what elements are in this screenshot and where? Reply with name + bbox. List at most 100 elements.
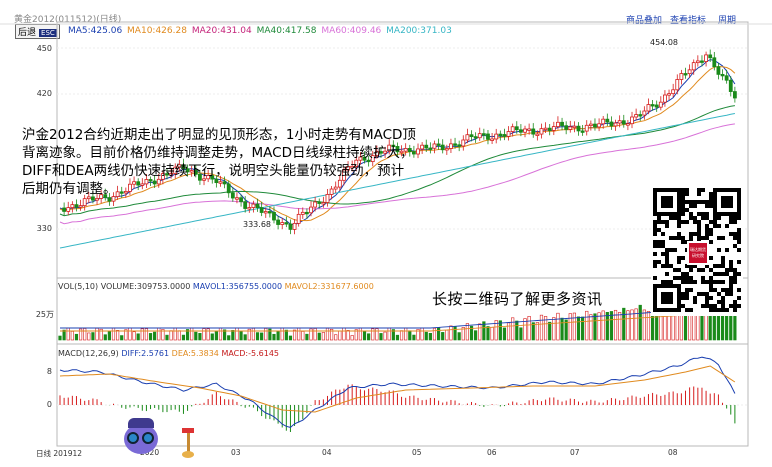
qr-module <box>725 272 729 276</box>
qr-module <box>661 264 665 268</box>
candle-body <box>280 222 285 225</box>
qr-module <box>729 220 733 224</box>
candle-body <box>518 129 523 133</box>
volume-bar <box>371 328 375 341</box>
qr-module <box>709 284 713 288</box>
volume-bar <box>560 317 564 341</box>
volume-bar <box>214 331 218 341</box>
volume-panel[interactable] <box>58 291 737 341</box>
candle-body <box>432 143 437 149</box>
volume-bar <box>548 321 552 341</box>
qr-module <box>673 276 677 280</box>
candle-body <box>259 207 264 213</box>
volume-bar <box>519 327 523 341</box>
volume-bar <box>511 317 515 341</box>
qr-module <box>733 268 737 272</box>
qr-module <box>697 228 701 232</box>
volume-bar <box>144 328 149 341</box>
candle-body <box>444 148 449 151</box>
qr-module <box>705 212 709 216</box>
candle-body <box>671 89 676 95</box>
volume-bar <box>539 314 544 341</box>
qr-module <box>733 220 737 224</box>
qr-finder-core <box>661 292 673 304</box>
qr-module <box>705 296 709 300</box>
qr-module <box>661 232 665 236</box>
qr-module <box>677 260 681 264</box>
qr-module <box>665 224 669 228</box>
volume-bar <box>288 335 293 341</box>
volume-bar <box>95 328 99 341</box>
volume-bar <box>465 323 470 341</box>
candle-body <box>572 125 577 129</box>
qr-module <box>705 216 709 220</box>
volume-bar <box>194 331 198 341</box>
volume-bar <box>572 312 576 341</box>
qr-module <box>737 260 741 264</box>
volume-bar <box>593 313 597 341</box>
qr-center-badge: 瑞达期货 研究院 <box>687 241 709 265</box>
qr-module <box>689 276 693 280</box>
volume-bar <box>107 330 111 341</box>
candle-body <box>272 211 276 221</box>
qr-module <box>697 232 701 236</box>
qr-code[interactable]: 瑞达期货 研究院 <box>651 186 743 316</box>
x-label-04: 04 <box>322 448 332 457</box>
volume-bar <box>535 322 539 341</box>
qr-module <box>729 280 733 284</box>
candle-body <box>490 138 494 141</box>
macd-value: MACD:-5.6145 <box>221 349 279 358</box>
low-price-label: 333.68 <box>243 220 271 229</box>
candle-body <box>732 91 737 99</box>
volume-bar <box>404 327 408 341</box>
qr-module <box>733 280 737 284</box>
qr-module <box>653 252 657 256</box>
candle-body <box>321 202 326 205</box>
qr-module <box>733 304 737 308</box>
qr-module <box>701 212 705 216</box>
qr-module <box>721 308 725 312</box>
qr-module <box>661 252 665 256</box>
qr-module <box>697 212 701 216</box>
qr-module <box>665 252 669 256</box>
volume-bar <box>358 327 363 341</box>
qr-module <box>729 292 733 296</box>
qr-module <box>733 308 737 312</box>
qr-module <box>729 276 733 280</box>
candle-body <box>551 126 556 131</box>
qr-module <box>673 268 677 272</box>
price-axis-450: 450 <box>36 44 52 53</box>
qr-module <box>689 212 693 216</box>
qr-module <box>729 216 733 220</box>
qr-promo-text: 长按二维码了解更多资讯 <box>432 290 603 308</box>
volume-bar <box>120 335 124 341</box>
candle-body <box>691 62 696 71</box>
candle-body <box>712 57 717 68</box>
qr-module <box>721 304 725 308</box>
diff-line <box>59 356 736 428</box>
candle-body <box>424 144 429 149</box>
volume-bar <box>642 309 646 341</box>
candle-body <box>728 79 733 92</box>
qr-module <box>669 236 673 240</box>
candle-body <box>704 54 708 62</box>
qr-module <box>729 288 733 292</box>
price-axis-330: 330 <box>36 224 52 233</box>
qr-module <box>653 224 657 228</box>
qr-module <box>717 216 721 220</box>
qr-module <box>657 244 661 248</box>
volume-bar <box>165 334 169 341</box>
volume-bar <box>515 320 519 341</box>
qr-module <box>669 264 673 268</box>
qr-module <box>685 200 689 204</box>
qr-module <box>713 308 717 312</box>
volume-bar <box>342 327 346 341</box>
qr-module <box>669 216 673 220</box>
qr-module <box>725 308 729 312</box>
volume-value: VOLUME:309753.0000 <box>100 282 191 291</box>
qr-module <box>725 288 729 292</box>
candle-body <box>263 211 268 214</box>
qr-module <box>709 280 713 284</box>
volume-bar <box>334 334 338 341</box>
volume-bar <box>157 327 161 341</box>
